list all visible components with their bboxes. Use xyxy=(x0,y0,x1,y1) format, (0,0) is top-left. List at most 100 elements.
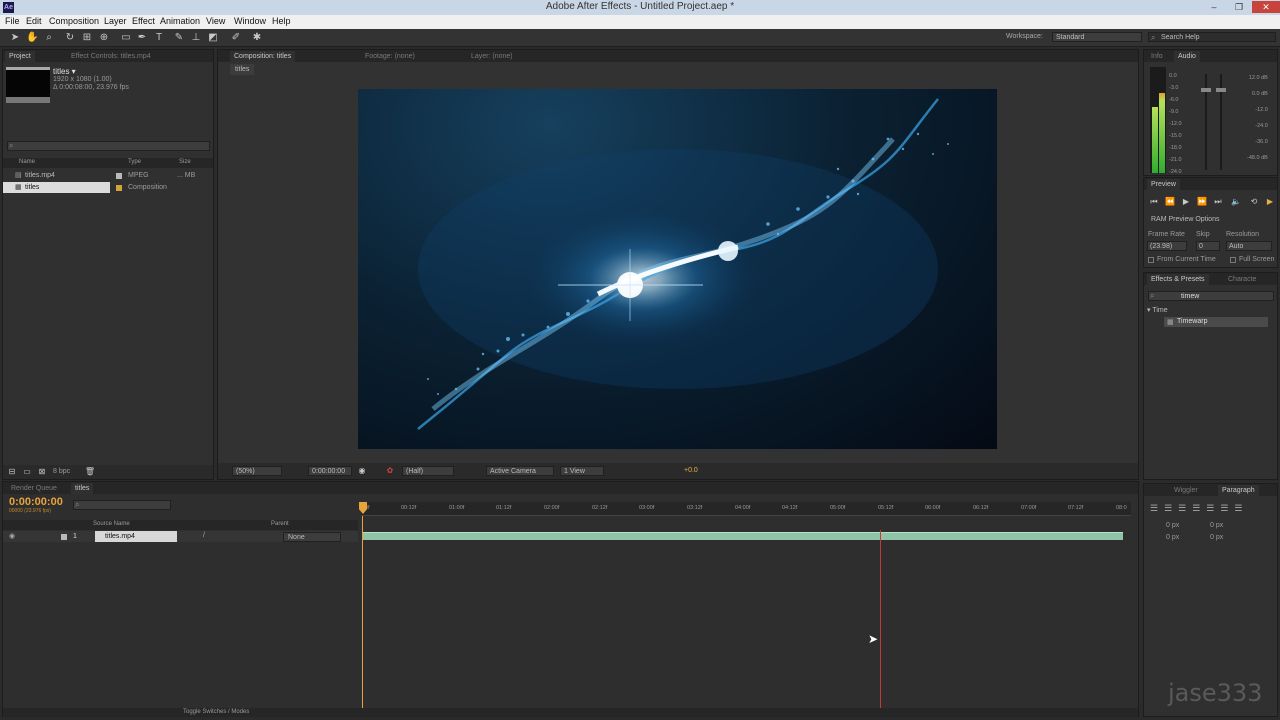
tab-paragraph[interactable]: Paragraph xyxy=(1218,485,1259,496)
toggle-switches-modes-button[interactable]: Toggle Switches / Modes xyxy=(183,709,249,715)
selection-tool-icon[interactable]: ➤ xyxy=(9,32,21,44)
zoom-tool-icon[interactable]: ⌕ xyxy=(43,32,55,44)
tab-project[interactable]: Project xyxy=(5,51,35,62)
effects-category-time[interactable]: ▾ Time xyxy=(1147,306,1168,314)
full-screen-checkbox[interactable] xyxy=(1230,257,1236,263)
alignment-buttons[interactable]: ☰☰☰☰☰☰☰ xyxy=(1150,503,1248,514)
visibility-eye-icon[interactable]: ◉ xyxy=(9,532,15,540)
rectangle-tool-icon[interactable]: ▭ xyxy=(120,32,132,44)
exposure-value[interactable]: +0.0 xyxy=(684,467,698,474)
tab-composition[interactable]: Composition: titles xyxy=(230,51,296,62)
loop-icon[interactable]: ⟲ xyxy=(1248,196,1260,208)
snapshot-icon[interactable]: ◉ xyxy=(356,465,368,477)
mute-audio-icon[interactable]: 🔈 xyxy=(1230,196,1242,208)
tab-footage[interactable]: Footage: (none) xyxy=(361,51,419,62)
zoom-select[interactable]: (50%) xyxy=(232,466,282,476)
tab-audio[interactable]: Audio xyxy=(1174,51,1200,62)
table-row[interactable]: ◉ 1 titles.mp4 / None xyxy=(3,531,358,542)
layer-name[interactable]: titles.mp4 xyxy=(105,533,135,540)
from-current-time-checkbox[interactable] xyxy=(1148,257,1154,263)
eraser-tool-icon[interactable]: ◩ xyxy=(207,32,219,44)
menu-composition[interactable]: Composition xyxy=(49,16,99,26)
label-color-swatch[interactable] xyxy=(61,534,67,540)
frame-rate-select[interactable]: (23.98) xyxy=(1147,241,1187,251)
skip-select[interactable]: 0 xyxy=(1196,241,1220,251)
space-before-value[interactable]: 0 px xyxy=(1166,534,1179,541)
indent-left-value[interactable]: 0 px xyxy=(1166,522,1179,529)
list-item[interactable]: ▦ Timewarp xyxy=(1164,317,1268,327)
breadcrumb[interactable]: titles xyxy=(230,64,255,75)
quality-switch-icon[interactable]: / xyxy=(203,532,205,539)
color-channel-icon[interactable]: ✿ xyxy=(384,465,396,477)
column-type[interactable]: Type xyxy=(128,159,141,165)
tab-effects-presets[interactable]: Effects & Presets xyxy=(1147,274,1209,285)
effects-search-input[interactable]: timew xyxy=(1148,291,1274,301)
rotate-tool-icon[interactable]: ↻ xyxy=(64,32,76,44)
column-source-name[interactable]: Source Name xyxy=(93,521,130,527)
menu-window[interactable]: Window xyxy=(234,16,266,26)
clone-stamp-tool-icon[interactable]: ⊥ xyxy=(190,32,202,44)
list-item[interactable]: ▤ titles.mp4 MPEG ... MB xyxy=(3,170,213,181)
minimize-button[interactable]: – xyxy=(1202,1,1226,13)
tab-timeline-titles[interactable]: titles xyxy=(71,483,94,494)
composition-viewer[interactable] xyxy=(358,89,997,449)
view-layout-select[interactable]: 1 View xyxy=(560,466,604,476)
label-color-swatch[interactable] xyxy=(116,185,122,191)
ram-preview-icon[interactable]: ▶ xyxy=(1264,196,1276,208)
slider-handle[interactable] xyxy=(1216,88,1226,92)
last-frame-icon[interactable]: ⏭ xyxy=(1212,196,1224,208)
tab-render-queue[interactable]: Render Queue xyxy=(7,483,61,494)
tab-character[interactable]: Characte xyxy=(1224,274,1260,285)
project-search-input[interactable] xyxy=(7,141,210,151)
selected-item-name[interactable]: titles ▾ xyxy=(53,67,76,76)
new-comp-icon[interactable]: ⊠ xyxy=(36,466,48,478)
maximize-button[interactable]: ❐ xyxy=(1227,1,1251,13)
camera-select[interactable]: Active Camera xyxy=(486,466,554,476)
workspace-select[interactable]: Standard xyxy=(1052,32,1142,42)
ram-preview-options-select[interactable]: RAM Preview Options xyxy=(1151,216,1219,223)
space-after-value[interactable]: 0 px xyxy=(1210,534,1223,541)
trash-icon[interactable]: 🗑 xyxy=(84,466,96,478)
bit-depth-label[interactable]: 8 bpc xyxy=(53,468,70,475)
resolution-select[interactable]: (Half) xyxy=(402,466,454,476)
parent-select[interactable]: None xyxy=(283,532,341,542)
time-ruler[interactable]: 0f 00:12f 01:00f 01:12f 02:00f 02:12f 03… xyxy=(361,502,1131,516)
menu-file[interactable]: File xyxy=(5,16,20,26)
play-icon[interactable]: ▶ xyxy=(1180,196,1192,208)
search-help-input[interactable]: Search Help xyxy=(1148,32,1276,42)
pen-tool-icon[interactable]: ✒ xyxy=(136,32,148,44)
camera-tool-icon[interactable]: ⊞ xyxy=(81,32,93,44)
resolution-select[interactable]: Auto xyxy=(1226,241,1272,251)
column-size[interactable]: Size xyxy=(179,159,191,165)
puppet-tool-icon[interactable]: ✱ xyxy=(251,32,263,44)
hand-tool-icon[interactable]: ✋ xyxy=(26,32,38,44)
column-parent[interactable]: Parent xyxy=(271,521,289,527)
first-frame-icon[interactable]: ⏮ xyxy=(1148,196,1160,208)
indent-right-value[interactable]: 0 px xyxy=(1210,522,1223,529)
menu-layer[interactable]: Layer xyxy=(104,16,127,26)
list-item[interactable]: ▦ titles Composition xyxy=(3,182,213,193)
new-folder-icon[interactable]: ▭ xyxy=(21,466,33,478)
type-tool-icon[interactable]: T xyxy=(153,32,165,44)
menu-animation[interactable]: Animation xyxy=(160,16,200,26)
menu-help[interactable]: Help xyxy=(272,16,291,26)
menu-effect[interactable]: Effect xyxy=(132,16,155,26)
menu-view[interactable]: View xyxy=(206,16,225,26)
tab-layer[interactable]: Layer: (none) xyxy=(467,51,517,62)
brush-tool-icon[interactable]: ✎ xyxy=(173,32,185,44)
layer-duration-bar[interactable] xyxy=(363,532,1123,540)
column-name[interactable]: Name xyxy=(19,159,35,165)
pan-behind-tool-icon[interactable]: ⊕ xyxy=(98,32,110,44)
roto-brush-tool-icon[interactable]: ✐ xyxy=(230,32,242,44)
timeline-search-input[interactable] xyxy=(73,500,171,510)
previous-frame-icon[interactable]: ⏪ xyxy=(1164,196,1176,208)
tab-wiggler[interactable]: Wiggler xyxy=(1170,485,1202,496)
timeline-current-time[interactable]: 0:00:00:00 xyxy=(9,496,63,508)
label-color-swatch[interactable] xyxy=(116,173,122,179)
tab-info[interactable]: Info xyxy=(1147,51,1167,62)
tab-effect-controls[interactable]: Effect Controls: titles.mp4 xyxy=(67,51,155,62)
close-button[interactable]: ✕ xyxy=(1252,1,1280,13)
slider-handle[interactable] xyxy=(1201,88,1211,92)
next-frame-icon[interactable]: ⏩ xyxy=(1196,196,1208,208)
menu-edit[interactable]: Edit xyxy=(26,16,42,26)
